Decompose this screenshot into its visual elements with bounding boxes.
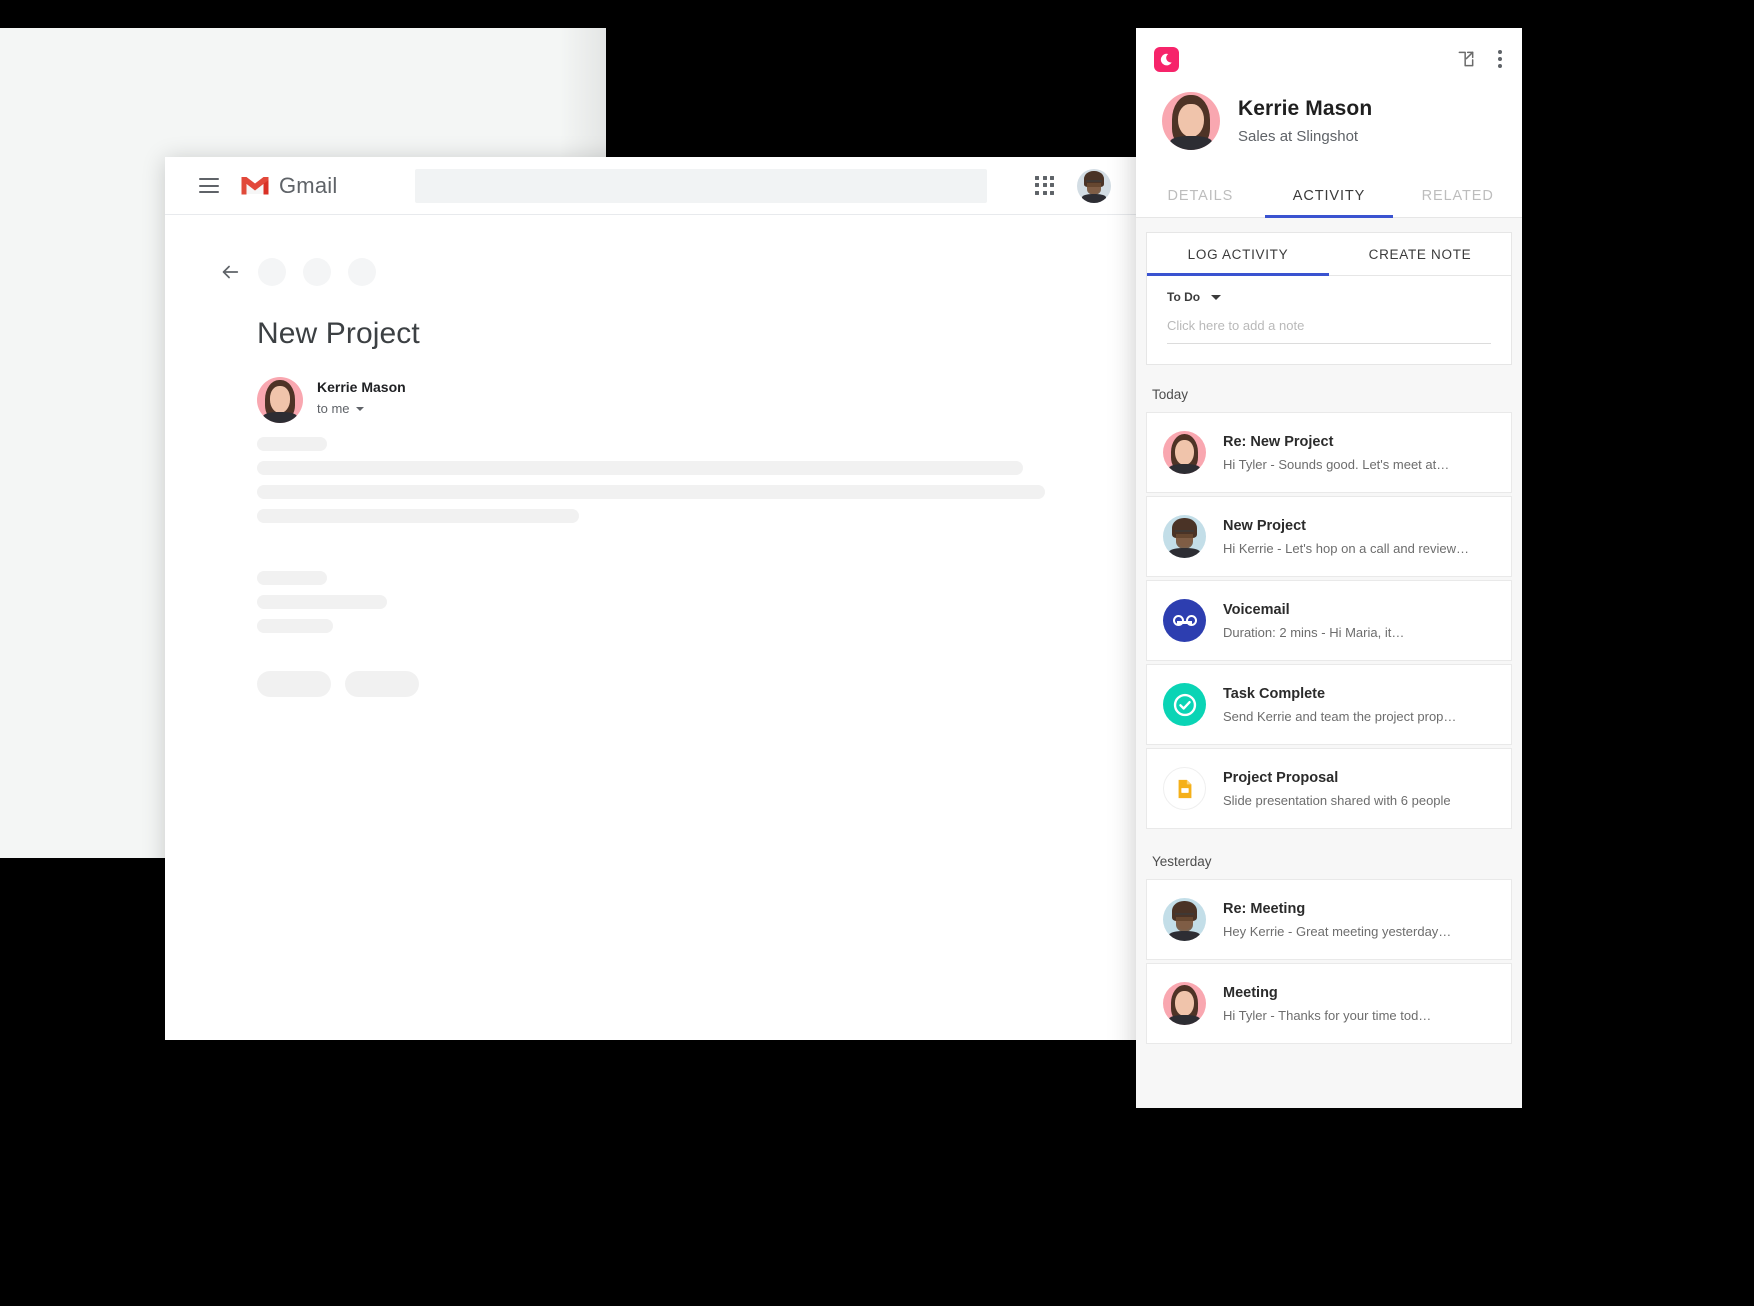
- list-item-text: Task Complete Send Kerrie and team the p…: [1223, 686, 1495, 724]
- avatar[interactable]: [1077, 168, 1111, 203]
- list-item-subtitle: Slide presentation shared with 6 people: [1223, 792, 1451, 808]
- logbox-tabs: LOG ACTIVITY CREATE NOTE: [1147, 233, 1511, 276]
- gmail-window: Gmail New Project Kerrie Mason to me: [165, 157, 1175, 1040]
- list-item-text: Project Proposal Slide presentation shar…: [1223, 770, 1495, 808]
- list-item-title: Re: Meeting: [1223, 900, 1306, 917]
- mail-toolbar: [165, 257, 1175, 287]
- gmail-logo-icon: [241, 175, 269, 197]
- list-item-subtitle: Hi Tyler - Thanks for your time tod…: [1223, 1007, 1432, 1023]
- crm-side-panel: Kerrie Mason Sales at Slingshot DETAILS …: [1136, 28, 1522, 1108]
- open-in-new-icon[interactable]: [1456, 49, 1476, 69]
- list-item-subtitle: Duration: 2 mins - Hi Maria, it…: [1223, 624, 1405, 640]
- crm-tabs: DETAILS ACTIVITY RELATED: [1136, 176, 1522, 218]
- contact-header: Kerrie Mason Sales at Slingshot: [1136, 90, 1522, 150]
- tab-activity[interactable]: ACTIVITY: [1264, 176, 1394, 218]
- avatar: [1163, 515, 1206, 558]
- placeholder-line: [257, 509, 579, 523]
- avatar: [1163, 431, 1206, 474]
- placeholder-line: [257, 619, 333, 633]
- search-input[interactable]: [415, 168, 988, 203]
- chevron-down-icon[interactable]: [355, 406, 364, 411]
- forward-button-placeholder[interactable]: [345, 671, 419, 697]
- list-item-title: New Project: [1223, 517, 1306, 534]
- tab-log-activity[interactable]: LOG ACTIVITY: [1147, 233, 1329, 276]
- tab-details[interactable]: DETAILS: [1136, 176, 1265, 217]
- placeholder-line: [257, 485, 1045, 499]
- caret-down-icon: [1211, 294, 1222, 300]
- list-item-text: New Project Hi Kerrie - Let's hop on a c…: [1223, 518, 1495, 556]
- placeholder-line: [257, 461, 1023, 475]
- list-item-text: Re: New Project Hi Tyler - Sounds good. …: [1223, 434, 1495, 472]
- list-item-subtitle: Send Kerrie and team the project prop…: [1223, 708, 1457, 724]
- list-item[interactable]: New Project Hi Kerrie - Let's hop on a c…: [1146, 496, 1512, 577]
- placeholder-line: [257, 595, 387, 609]
- list-item[interactable]: Voicemail Duration: 2 mins - Hi Maria, i…: [1146, 580, 1512, 661]
- sender-row: Kerrie Mason to me: [165, 377, 1175, 423]
- contact-avatar: [1162, 92, 1220, 150]
- hamburger-icon[interactable]: [199, 178, 219, 193]
- list-item[interactable]: Re: New Project Hi Tyler - Sounds good. …: [1146, 412, 1512, 493]
- gmail-header: Gmail: [165, 157, 1175, 215]
- list-item-text: Meeting Hi Tyler - Thanks for your time …: [1223, 985, 1495, 1023]
- back-arrow-icon[interactable]: [219, 261, 241, 283]
- contact-role: Sales at Slingshot: [1238, 128, 1359, 145]
- copper-logo-icon[interactable]: [1154, 46, 1179, 72]
- page-title: New Project: [257, 317, 420, 350]
- logbox-content: To Do Click here to add a note: [1147, 276, 1511, 364]
- recipient-row[interactable]: to me: [317, 401, 406, 416]
- crm-topbar-actions: [1456, 48, 1504, 70]
- task-complete-icon: [1163, 683, 1206, 726]
- contact-name: Kerrie Mason: [1238, 97, 1373, 120]
- list-item-text: Voicemail Duration: 2 mins - Hi Maria, i…: [1223, 602, 1495, 640]
- list-item-subtitle: Hi Kerrie - Let's hop on a call and revi…: [1223, 540, 1469, 556]
- placeholder-line: [257, 571, 327, 585]
- toolbar-placeholder-2[interactable]: [303, 258, 331, 286]
- mail-action-placeholders: [257, 671, 1175, 697]
- google-slides-icon: [1163, 767, 1206, 810]
- toolbar-placeholder-3[interactable]: [348, 258, 376, 286]
- list-item-title: Re: New Project: [1223, 433, 1334, 450]
- sender-meta: Kerrie Mason to me: [317, 377, 406, 423]
- list-item-text: Re: Meeting Hey Kerrie - Great meeting y…: [1223, 901, 1495, 939]
- tab-related[interactable]: RELATED: [1393, 176, 1522, 217]
- more-vertical-icon[interactable]: [1496, 48, 1504, 70]
- reply-button-placeholder[interactable]: [257, 671, 331, 697]
- avatar: [1163, 898, 1206, 941]
- recipient-label: to me: [317, 401, 350, 416]
- list-item[interactable]: Re: Meeting Hey Kerrie - Great meeting y…: [1146, 879, 1512, 960]
- list-item[interactable]: Meeting Hi Tyler - Thanks for your time …: [1146, 963, 1512, 1044]
- list-item-title: Task Complete: [1223, 685, 1326, 702]
- screen: Gmail New Project Kerrie Mason to me Ker…: [0, 0, 1754, 1306]
- note-input[interactable]: Click here to add a note: [1167, 318, 1491, 344]
- status-dropdown[interactable]: To Do: [1167, 290, 1491, 304]
- log-activity-box: LOG ACTIVITY CREATE NOTE To Do Click her…: [1146, 232, 1512, 365]
- placeholder-line: [257, 437, 327, 451]
- sender-name: Kerrie Mason: [317, 379, 406, 395]
- list-item-title: Meeting: [1223, 984, 1278, 1001]
- group-label-yesterday: Yesterday: [1152, 854, 1212, 869]
- list-item-title: Project Proposal: [1223, 769, 1339, 786]
- activity-group-yesterday: Yesterday Re: Meeting Hey Kerrie - Great…: [1136, 832, 1522, 1044]
- activity-group-today: Today Re: New Project Hi Tyler - Sounds …: [1136, 365, 1522, 829]
- toolbar-placeholder-1[interactable]: [258, 258, 286, 286]
- contact-text: Kerrie Mason Sales at Slingshot: [1238, 97, 1372, 145]
- crm-topbar: [1136, 28, 1522, 90]
- apps-grid-icon[interactable]: [1035, 175, 1055, 196]
- list-item[interactable]: Project Proposal Slide presentation shar…: [1146, 748, 1512, 829]
- sender-avatar: [257, 377, 303, 423]
- group-label-today: Today: [1152, 387, 1189, 402]
- gmail-brand: Gmail: [279, 172, 338, 198]
- voicemail-icon: [1163, 599, 1206, 642]
- activity-pane[interactable]: LOG ACTIVITY CREATE NOTE To Do Click her…: [1136, 218, 1522, 1108]
- status-dropdown-value: To Do: [1167, 290, 1201, 304]
- tab-create-note[interactable]: CREATE NOTE: [1329, 233, 1511, 275]
- gmail-message-view: New Project Kerrie Mason to me: [165, 215, 1175, 697]
- list-item-title: Voicemail: [1223, 601, 1290, 618]
- mail-body-placeholder: [165, 437, 1175, 697]
- list-item-subtitle: Hi Tyler - Sounds good. Let's meet at…: [1223, 456, 1450, 472]
- list-item[interactable]: Task Complete Send Kerrie and team the p…: [1146, 664, 1512, 745]
- list-item-subtitle: Hey Kerrie - Great meeting yesterday…: [1223, 923, 1452, 939]
- avatar: [1163, 982, 1206, 1025]
